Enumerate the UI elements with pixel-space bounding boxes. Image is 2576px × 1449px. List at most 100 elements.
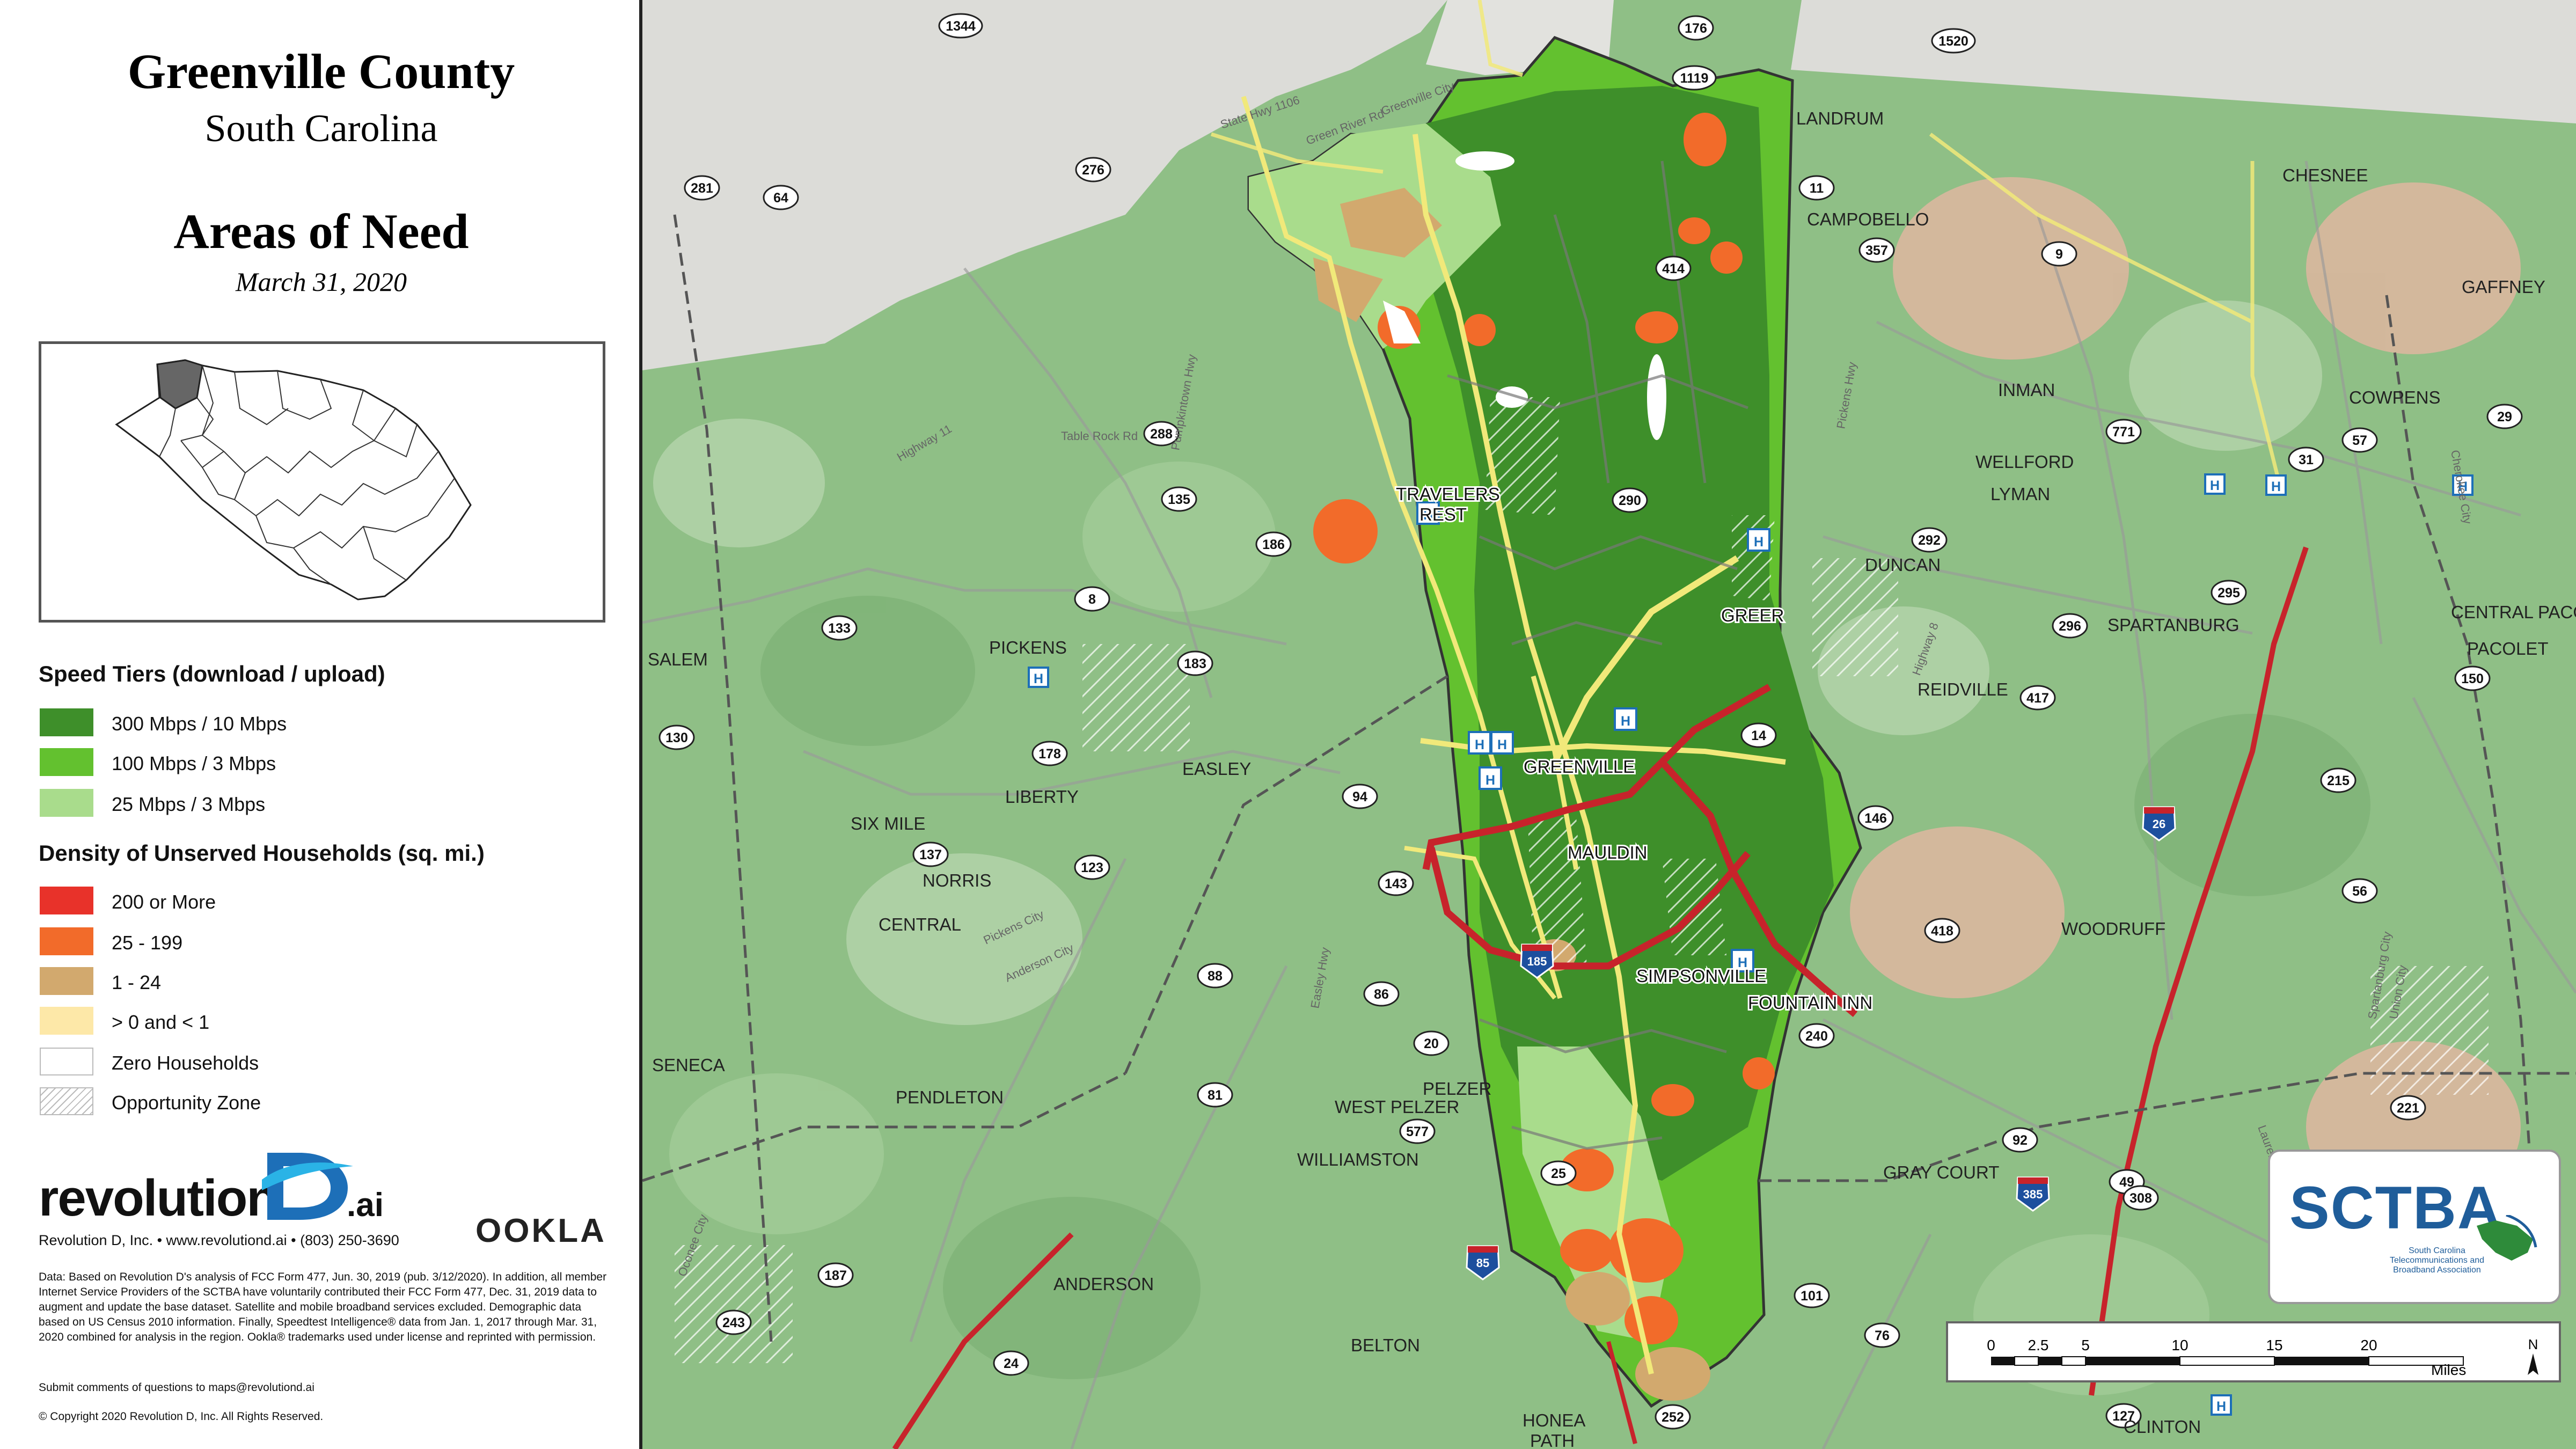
route-number: 243 (722, 1315, 745, 1330)
route-shield: 25 (1540, 1160, 1577, 1186)
route-number: 308 (2129, 1191, 2152, 1206)
route-number: 130 (665, 730, 688, 745)
route-shield: 771 (2105, 419, 2142, 444)
revolution-logo-text: revolution (39, 1169, 278, 1227)
legend-label-300: 300 Mbps / 10 Mbps (112, 713, 287, 735)
route-shield: 133 (821, 615, 858, 641)
place-label: CAMPOBELLO (1807, 209, 1929, 229)
legend-label-opportunity: Opportunity Zone (112, 1092, 261, 1114)
route-shield: 296 (2052, 613, 2088, 639)
route-number: 577 (1406, 1124, 1429, 1139)
route-number: 11 (1810, 181, 1824, 196)
route-number: 101 (1801, 1289, 1823, 1304)
sctba-logo-text: SCTBA (2289, 1174, 2502, 1241)
route-shield: 276 (1075, 157, 1111, 182)
route-shield: 94 (1342, 784, 1378, 809)
place-label: PICKENS (989, 638, 1067, 657)
copyright-line: © Copyright 2020 Revolution D, Inc. All … (39, 1410, 324, 1423)
route-shield: 183 (1177, 650, 1213, 676)
place-label: COWPENS (2349, 387, 2441, 407)
route-shield: 243 (715, 1309, 752, 1335)
route-number: 76 (1875, 1328, 1890, 1343)
place-label: REIDVILLE (1918, 679, 2008, 699)
route-number: 418 (1931, 924, 1953, 939)
route-number: 123 (1081, 860, 1103, 875)
hospital-icon: H (2204, 473, 2226, 495)
route-shield: 176 (1678, 15, 1714, 41)
route-shield: 240 (1798, 1023, 1835, 1049)
place-label: MAULDIN (1568, 843, 1648, 862)
hospital-icon: H (2265, 474, 2287, 496)
route-number: 20 (1424, 1036, 1439, 1051)
legend-label-1-24: 1 - 24 (112, 971, 162, 993)
route-shield: 123 (1074, 854, 1110, 880)
route-shield: 186 (1255, 531, 1292, 557)
legend-label-zero: Zero Households (112, 1052, 259, 1074)
ookla-logo: OOKLA (475, 1212, 606, 1249)
route-number: 8 (1088, 592, 1096, 607)
submit-comments-line: Submit comments of questions to maps@rev… (39, 1381, 314, 1394)
route-shield: 215 (2320, 767, 2357, 793)
route-shield: 88 (1197, 963, 1233, 989)
place-label: CENTRAL (879, 914, 961, 934)
route-shield: 357 (1858, 237, 1895, 263)
place-label: LIBERTY (1005, 787, 1079, 807)
place-label: CLINTON (2124, 1417, 2201, 1437)
route-shield: 1520 (1931, 28, 1976, 54)
place-label: LYMAN (1990, 484, 2050, 504)
route-number: 185 (1527, 955, 1547, 968)
map-title: Greenville County (127, 44, 515, 99)
place-label: TRAVELERS (1396, 484, 1500, 504)
scale-tick: 20 (2360, 1337, 2377, 1353)
route-number: 146 (1864, 811, 1887, 826)
legend-swatch-25 (40, 789, 93, 817)
place-label: GREER (1721, 605, 1784, 625)
route-number: 357 (1865, 243, 1888, 258)
place-label: DUNCAN (1865, 555, 1941, 575)
route-number: 85 (1476, 1256, 1489, 1270)
route-shield: 150 (2454, 665, 2491, 691)
hospital-icon: H (1490, 731, 1514, 755)
legend-label-25-199: 25 - 199 (112, 932, 183, 954)
data-disclaimer: Data: Based on Revolution D's analysis o… (39, 1271, 607, 1343)
route-shield: 11 (1798, 175, 1835, 201)
route-number: 1119 (1680, 71, 1709, 86)
legend-swatch-zero (40, 1048, 93, 1075)
place-label: WOODRUFF (2061, 919, 2165, 939)
revolution-d-logo-icon (262, 1153, 353, 1220)
route-number: 240 (1805, 1029, 1828, 1044)
route-shield: 56 (2341, 878, 2378, 904)
map-heading: Areas of Need (173, 204, 469, 259)
route-shield: 31 (2288, 447, 2324, 472)
route-shield: 418 (1924, 918, 1960, 943)
route-number: 1520 (1938, 34, 1968, 49)
svg-text:H: H (1475, 737, 1484, 752)
svg-text:H: H (2210, 478, 2220, 493)
place-label: FOUNTAIN INN (1748, 993, 1872, 1013)
hospital-icon: H (1468, 731, 1491, 755)
route-shield: 57 (2341, 427, 2378, 453)
route-shield: 414 (1655, 255, 1692, 281)
svg-text:H: H (1497, 737, 1507, 752)
legend-panel: Greenville County South Carolina Areas o… (0, 0, 642, 1449)
map-subtitle: South Carolina (204, 107, 438, 150)
route-number: 296 (2059, 619, 2081, 634)
route-shield: 292 (1911, 527, 1948, 553)
route-shield: 252 (1655, 1404, 1691, 1430)
route-number: 187 (824, 1268, 847, 1283)
route-number: 252 (1662, 1410, 1684, 1425)
route-number: 276 (1082, 163, 1104, 178)
route-shield: 76 (1864, 1322, 1900, 1348)
hospital-icon: H (1614, 707, 1637, 731)
route-number: 26 (2153, 817, 2165, 831)
place-label: REST (1419, 504, 1467, 524)
legend-swatch-100 (40, 748, 93, 776)
route-number: 281 (691, 181, 713, 196)
route-number: 183 (1184, 656, 1206, 671)
legend-label-0-1: > 0 and < 1 (112, 1011, 210, 1033)
route-shield: 577 (1399, 1118, 1436, 1144)
route-shield: 20 (1413, 1030, 1450, 1056)
route-number: 94 (1352, 789, 1367, 804)
place-label: WEST PELZER (1335, 1097, 1459, 1117)
svg-text:H: H (1034, 671, 1043, 686)
